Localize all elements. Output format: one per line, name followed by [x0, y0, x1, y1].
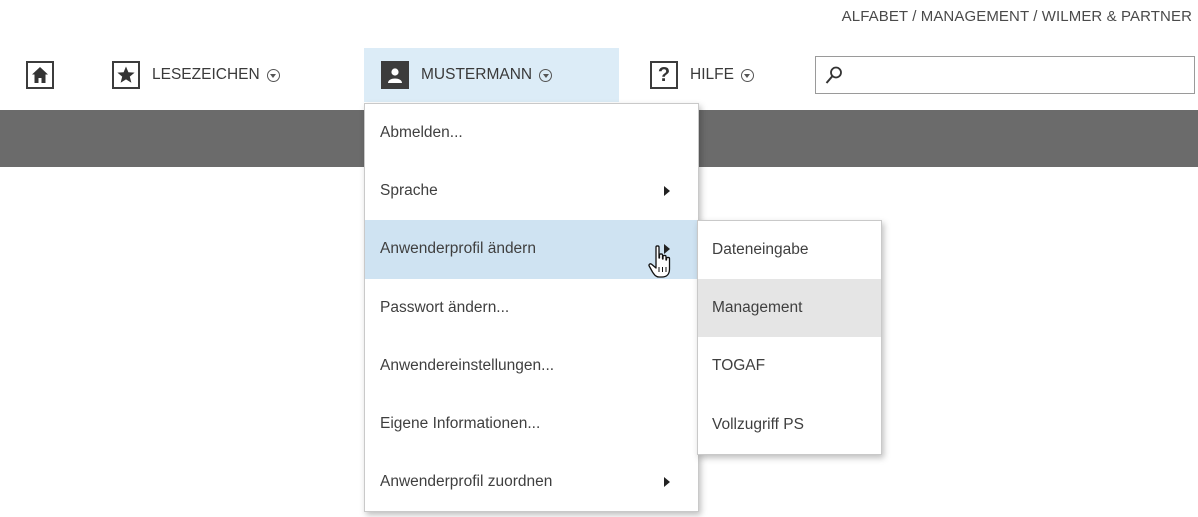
home-button[interactable] — [26, 48, 54, 102]
help-label: HILFE — [690, 66, 734, 83]
breadcrumb: ALFABET / MANAGEMENT / WILMER & PARTNER — [841, 8, 1192, 25]
menu-item-assign-profile[interactable]: Anwenderprofil zuordnen — [365, 453, 698, 511]
submenu-arrow-icon — [664, 186, 670, 197]
chevron-down-icon — [740, 68, 754, 82]
menu-item-user-settings[interactable]: Anwendereinstellungen... — [365, 337, 698, 395]
submenu-item-dateneingabe[interactable]: Dateneingabe — [698, 221, 881, 279]
search-box[interactable] — [815, 56, 1195, 95]
menu-item-label: Anwenderprofil ändern — [380, 240, 536, 258]
search-icon — [824, 65, 844, 90]
user-icon — [381, 61, 409, 89]
chevron-down-icon — [266, 68, 280, 82]
menu-item-label: Abmelden... — [380, 124, 463, 141]
chevron-down-icon — [539, 68, 553, 82]
submenu-item-vollzugriff-ps[interactable]: Vollzugriff PS — [698, 396, 881, 454]
menu-item-change-password[interactable]: Passwort ändern... — [365, 279, 698, 337]
menu-item-label: Passwort ändern... — [380, 298, 510, 316]
submenu-item-label: TOGAF — [712, 357, 766, 375]
submenu-item-label: Dateneingabe — [712, 241, 809, 258]
search-input[interactable] — [852, 57, 1186, 95]
home-icon — [26, 61, 54, 89]
help-icon: ? — [650, 61, 678, 89]
help-menu-button[interactable]: ? HILFE — [650, 48, 754, 102]
hand-pointer-cursor-icon — [648, 245, 674, 286]
submenu-item-label: Vollzugriff PS — [712, 415, 804, 433]
submenu-item-label: Management — [712, 299, 803, 317]
profile-submenu: Dateneingabe Management TOGAF Vollzugrif… — [697, 220, 882, 455]
user-menu-button[interactable]: MUSTERMANN — [364, 48, 619, 102]
menu-item-language[interactable]: Sprache — [365, 162, 698, 220]
menu-item-own-information[interactable]: Eigene Informationen... — [365, 395, 698, 453]
user-dropdown-menu: Abmelden... Sprache Anwenderprofil änder… — [364, 103, 699, 513]
bookmarks-menu-button[interactable]: LESEZEICHEN — [112, 48, 280, 102]
menu-item-label: Anwenderprofil zuordnen — [380, 473, 553, 491]
menu-item-label: Eigene Informationen... — [380, 414, 541, 432]
menu-item-label: Sprache — [380, 182, 438, 200]
user-label: MUSTERMANN — [421, 66, 533, 83]
submenu-item-management[interactable]: Management — [698, 279, 881, 338]
menu-item-logout[interactable]: Abmelden... — [365, 104, 698, 162]
toolbar: LESEZEICHEN MUSTERMANN ? HILFE — [0, 48, 1198, 102]
submenu-arrow-icon — [664, 477, 670, 488]
bookmarks-label: LESEZEICHEN — [152, 66, 260, 83]
star-icon — [112, 61, 140, 89]
submenu-item-togaf[interactable]: TOGAF — [698, 337, 881, 395]
menu-item-label: Anwendereinstellungen... — [380, 356, 555, 374]
